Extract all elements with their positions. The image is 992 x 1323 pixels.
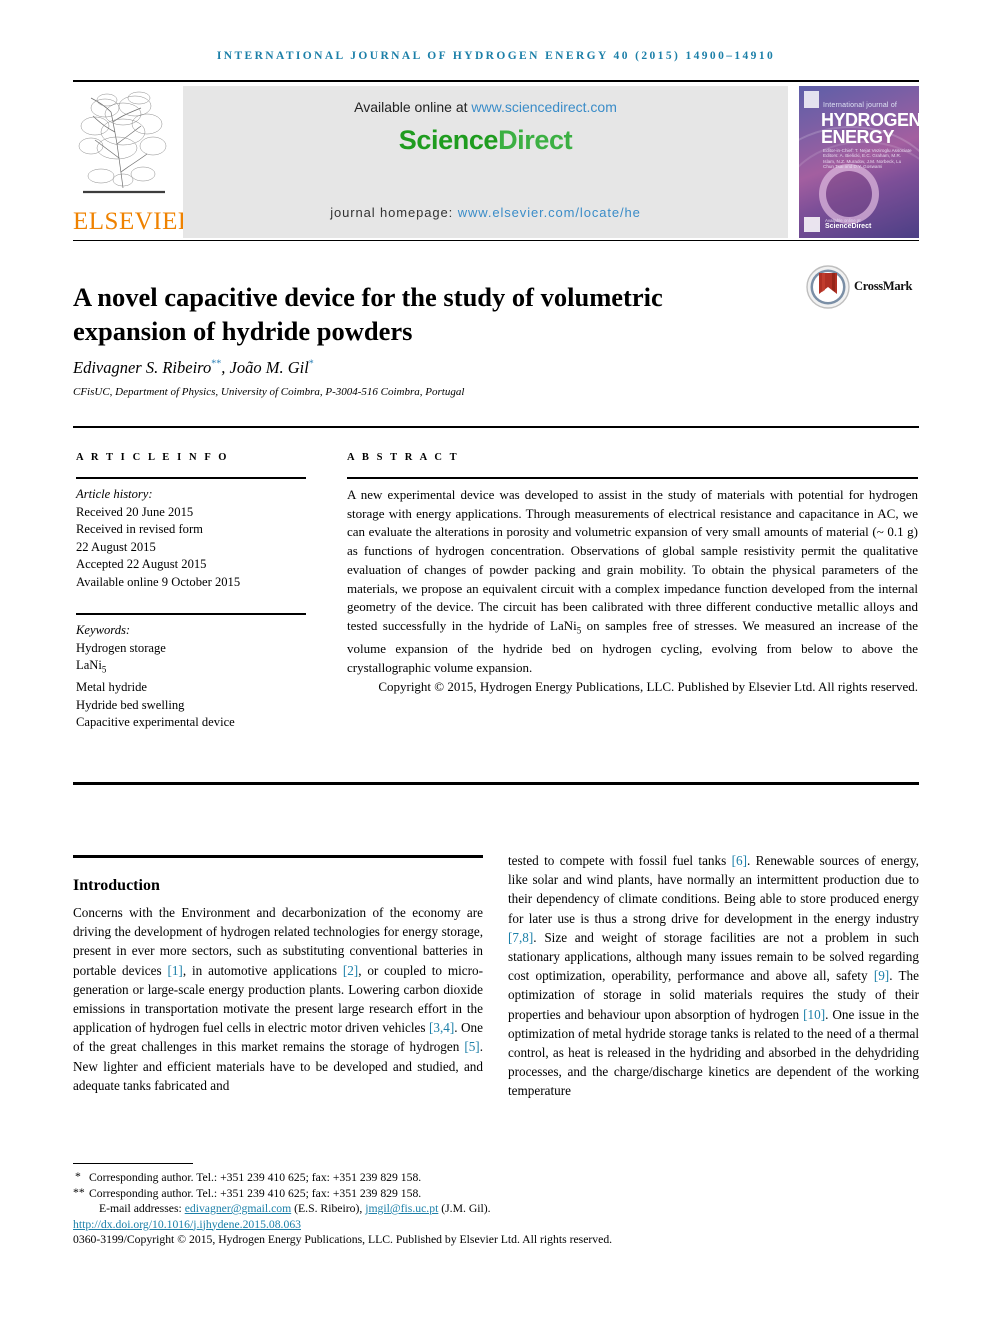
article-history-line: Accepted 22 August 2015 (76, 557, 207, 572)
corresponding-author-note-2: ** Corresponding author. Tel.: +351 239 4… (73, 1186, 919, 1202)
cover-publisher-badge-icon (804, 217, 820, 232)
article-info-heading: A R T I C L E I N F O (76, 452, 230, 463)
email-addresses-line: E-mail addresses: edivagner@gmail.com (E… (73, 1201, 919, 1217)
journal-cover-image: International journal of HYDROGEN ENERGY… (799, 86, 919, 238)
sciencedirect-banner: Available online at www.sciencedirect.co… (183, 86, 788, 238)
footnotes: * Corresponding author. Tel.: +351 239 41… (73, 1170, 919, 1248)
citation-reference[interactable]: [7,8] (508, 930, 533, 945)
sciencedirect-wordmark[interactable]: ScienceDirect (183, 125, 788, 156)
keyword-item: Metal hydride (76, 680, 147, 695)
cover-sciencedirect-label: ScienceDirect (825, 223, 872, 230)
corresponding-author-text-1: Corresponding author. Tel.: +351 239 410… (89, 1171, 422, 1184)
citation-reference[interactable]: [5] (464, 1039, 479, 1054)
author-affiliation: CFisUC, Department of Physics, Universit… (73, 386, 465, 398)
crossmark-badge[interactable]: CrossMark (806, 265, 916, 311)
author-2-footnote-mark[interactable]: * (309, 359, 314, 370)
crossmark-icon (806, 265, 850, 309)
sciencedirect-url-link[interactable]: www.sciencedirect.com (471, 99, 617, 115)
introduction-heading: Introduction (73, 877, 160, 895)
keyword-item: Hydride bed swelling (76, 697, 185, 712)
masthead-bottom-rule (73, 240, 919, 241)
author-list: Edivagner S. Ribeiro**, João M. Gil* (73, 358, 773, 378)
header-rule (73, 80, 919, 82)
keywords-list: Keywords: Hydrogen storage LaNi5 Metal h… (76, 622, 316, 732)
page-title: A novel capacitive device for the study … (73, 281, 663, 346)
elsevier-tree-badge-icon (804, 91, 819, 108)
keywords-rule (76, 613, 306, 615)
journal-homepage-line: journal homepage: www.elsevier.com/locat… (183, 205, 788, 220)
body-column-left: Concerns with the Environment and decarb… (73, 903, 483, 1095)
citation-reference[interactable]: [2] (343, 963, 358, 978)
email-link-gil[interactable]: jmgil@fis.uc.pt (365, 1202, 438, 1215)
abstract-block-bottom-rule (73, 782, 919, 785)
doi-line: http://dx.doi.org/10.1016/j.ijhydene.201… (73, 1217, 919, 1233)
elsevier-wordmark: ELSEVIER (73, 208, 196, 235)
article-info-rule (76, 477, 306, 479)
article-history-line: Available online 9 October 2015 (76, 574, 241, 589)
elsevier-logo: ELSEVIER (73, 86, 196, 238)
cover-decorative-ring (819, 164, 879, 224)
body-column-right: tested to compete with fossil fuel tanks… (508, 851, 919, 1101)
article-history-line: 22 August 2015 (76, 539, 156, 554)
article-history-line: Received 20 June 2015 (76, 504, 194, 519)
keyword-item: Hydrogen storage (76, 640, 166, 655)
keywords-heading: Keywords: (76, 623, 131, 637)
citation-reference[interactable]: [1] (167, 963, 182, 978)
introduction-paragraph-left: Concerns with the Environment and decarb… (73, 905, 484, 1093)
author-1: Edivagner S. Ribeiro (73, 358, 212, 377)
corresponding-author-text-2: Corresponding author. Tel.: +351 239 410… (89, 1186, 422, 1200)
citation-reference[interactable]: [10] (803, 1007, 825, 1022)
running-head: International Journal of Hydrogen Energy… (216, 50, 776, 62)
sciencedirect-word-direct: Direct (498, 125, 573, 155)
paper-page: International Journal of Hydrogen Energy… (0, 0, 992, 1323)
available-online-label: Available online at (354, 99, 472, 115)
masthead: ELSEVIER Available online at www.science… (73, 86, 919, 238)
author-1-footnote-mark[interactable]: ** (211, 359, 221, 370)
email-addresses-label: E-mail addresses: (99, 1202, 182, 1215)
article-history-line: Received in revised form (76, 522, 203, 537)
sciencedirect-word-science: Science (398, 125, 499, 155)
email-owner-ribeiro: (E.S. Ribeiro), (294, 1202, 363, 1215)
article-history-heading: Article history: (76, 487, 153, 501)
email-link-ribeiro[interactable]: edivagner@gmail.com (185, 1202, 292, 1215)
keyword-subscript: 5 (101, 664, 107, 675)
chemical-subscript: 5 (576, 625, 582, 636)
issn-copyright-line: 0360-3199/Copyright © 2015, Hydrogen Ene… (73, 1233, 613, 1246)
cover-title-line2: ENERGY (821, 127, 895, 147)
abstract-heading: A B S T R A C T (347, 452, 460, 463)
abstract-text: A new experimental device was developed … (347, 487, 919, 675)
citation-reference[interactable]: [6] (732, 853, 747, 868)
footnote-rule (73, 1163, 193, 1164)
footnote-mark-double: ** (73, 1185, 85, 1199)
email-owner-gil: (J.M. Gil). (441, 1202, 491, 1215)
keyword-item: LaNi5 (76, 658, 107, 675)
cover-editors: Editor-in-Chief: T. Nejat Veziroglu Asso… (823, 148, 912, 170)
footnote-mark-single: * (75, 1170, 81, 1183)
citation-reference[interactable]: [9] (874, 968, 889, 983)
abstract-body: A new experimental device was developed … (347, 486, 918, 696)
corresponding-author-note-1: * Corresponding author. Tel.: +351 239 41… (73, 1170, 919, 1186)
citation-reference[interactable]: [3,4] (429, 1020, 454, 1035)
cover-sciencedirect-mark: Available online at ScienceDirect (825, 218, 871, 230)
cover-journal-kicker: International journal of (823, 102, 898, 109)
journal-homepage-link[interactable]: www.elsevier.com/locate/he (458, 205, 641, 220)
author-2: , João M. Gil (221, 358, 309, 377)
journal-homepage-label: journal homepage: (330, 205, 458, 220)
introduction-rule (73, 855, 483, 858)
crossmark-label: CrossMark (854, 279, 913, 293)
article-history: Article history: Received 20 June 2015 R… (76, 486, 316, 592)
abstract-rule (347, 477, 918, 479)
available-online-line: Available online at www.sciencedirect.co… (183, 99, 788, 115)
abstract-block-top-rule (73, 426, 919, 428)
abstract-copyright: Copyright © 2015, Hydrogen Energy Public… (378, 678, 918, 694)
elsevier-tree-icon (78, 91, 167, 194)
introduction-paragraph-right: tested to compete with fossil fuel tanks… (508, 853, 920, 1099)
doi-link[interactable]: http://dx.doi.org/10.1016/j.ijhydene.201… (73, 1218, 301, 1231)
keyword-item: Capacitive experimental device (76, 715, 235, 730)
